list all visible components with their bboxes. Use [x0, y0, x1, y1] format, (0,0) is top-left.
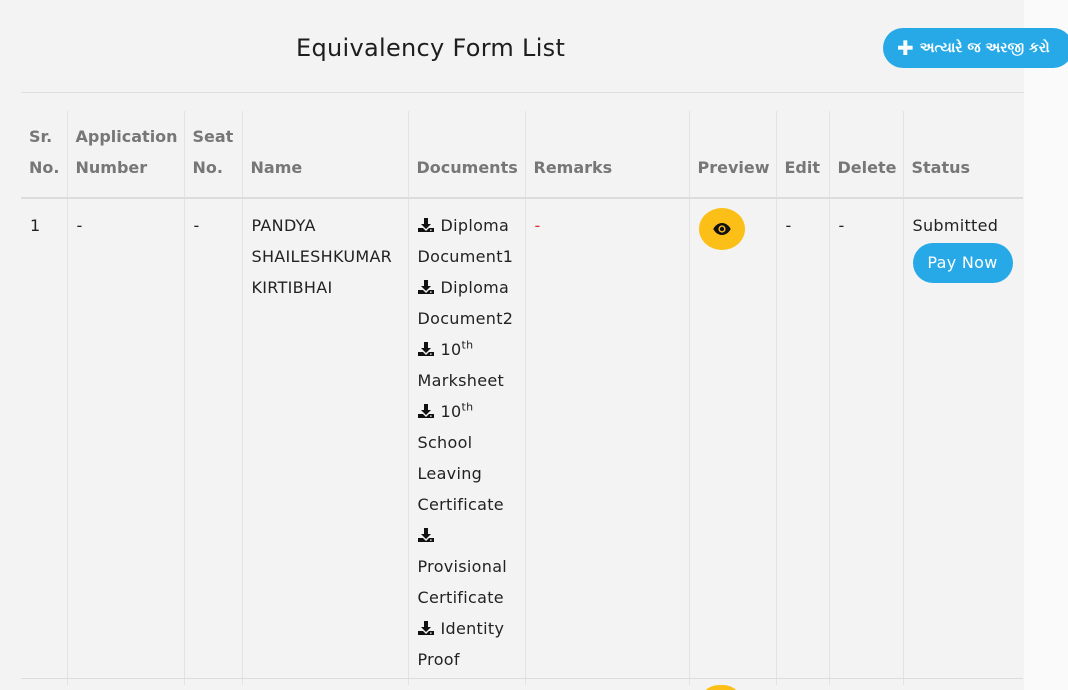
preview-button[interactable] — [698, 208, 745, 250]
header-status: Status — [902, 111, 1023, 199]
header-sr-no: Sr. No. — [21, 111, 67, 199]
header-documents: Documents — [407, 111, 525, 199]
download-icon — [417, 528, 434, 542]
header-seat-no: Seat No. — [183, 111, 242, 199]
header-application-number: Application Number — [66, 111, 184, 199]
cell-documents: Diploma Document1 Diploma Document2 10th… — [407, 198, 525, 685]
table-row: 1 - - PANDYA SHAILESHKUMAR KIRTIBHAI Dip… — [21, 198, 1023, 685]
cell-name: PANDYA SHAILESHKUMAR KIRTIBHAI — [241, 198, 408, 685]
status-text: Submitted — [912, 216, 999, 235]
document-link-10th-school-leaving[interactable]: 10th School Leaving Certificate — [417, 396, 517, 520]
apply-now-button[interactable]: ✚ અત્યારે જ અરજી કરો — [883, 28, 1068, 68]
document-link-10th-marksheet[interactable]: 10th Marksheet — [417, 334, 517, 396]
header-delete: Delete — [828, 111, 903, 199]
document-link-diploma-2[interactable]: Diploma Document2 — [417, 272, 517, 334]
download-icon — [417, 404, 434, 418]
document-link-identity-proof[interactable]: Identity Proof — [417, 613, 517, 675]
header-name: Name — [241, 111, 408, 199]
remarks-value: - — [534, 216, 541, 235]
cell-edit: - — [775, 198, 829, 685]
cell-remarks: - — [524, 198, 689, 685]
equivalency-form-table: Sr. No. Application Number Seat No. Name… — [21, 111, 1023, 685]
document-link-provisional-certificate[interactable]: Provisional Certificate — [417, 520, 517, 613]
page: Equivalency Form List ✚ અત્યારે જ અરજી ક… — [0, 0, 1068, 690]
download-icon — [417, 621, 434, 635]
plus-icon: ✚ — [897, 36, 914, 60]
download-icon — [417, 218, 434, 232]
download-icon — [417, 280, 434, 294]
header-remarks: Remarks — [524, 111, 689, 199]
cell-status: Submitted Pay Now — [902, 198, 1023, 685]
row-divider — [21, 678, 1023, 679]
next-row-preview-button[interactable] — [699, 685, 743, 690]
apply-now-label: અત્યારે જ અરજી કરો — [919, 40, 1050, 56]
header-preview: Preview — [688, 111, 776, 199]
eye-icon — [712, 223, 731, 235]
cell-preview — [688, 198, 776, 685]
download-icon — [417, 342, 434, 356]
pay-now-button[interactable]: Pay Now — [912, 243, 1013, 283]
table-header-row: Sr. No. Application Number Seat No. Name… — [21, 111, 1023, 199]
divider — [21, 92, 1024, 93]
header-edit: Edit — [775, 111, 829, 199]
cell-delete: - — [828, 198, 903, 685]
cell-seat-no: - — [183, 198, 242, 685]
cell-application-number: - — [66, 198, 184, 685]
cell-sr-no: 1 — [30, 216, 41, 235]
page-title: Equivalency Form List — [296, 34, 566, 62]
document-link-diploma-1[interactable]: Diploma Document1 — [417, 210, 517, 272]
